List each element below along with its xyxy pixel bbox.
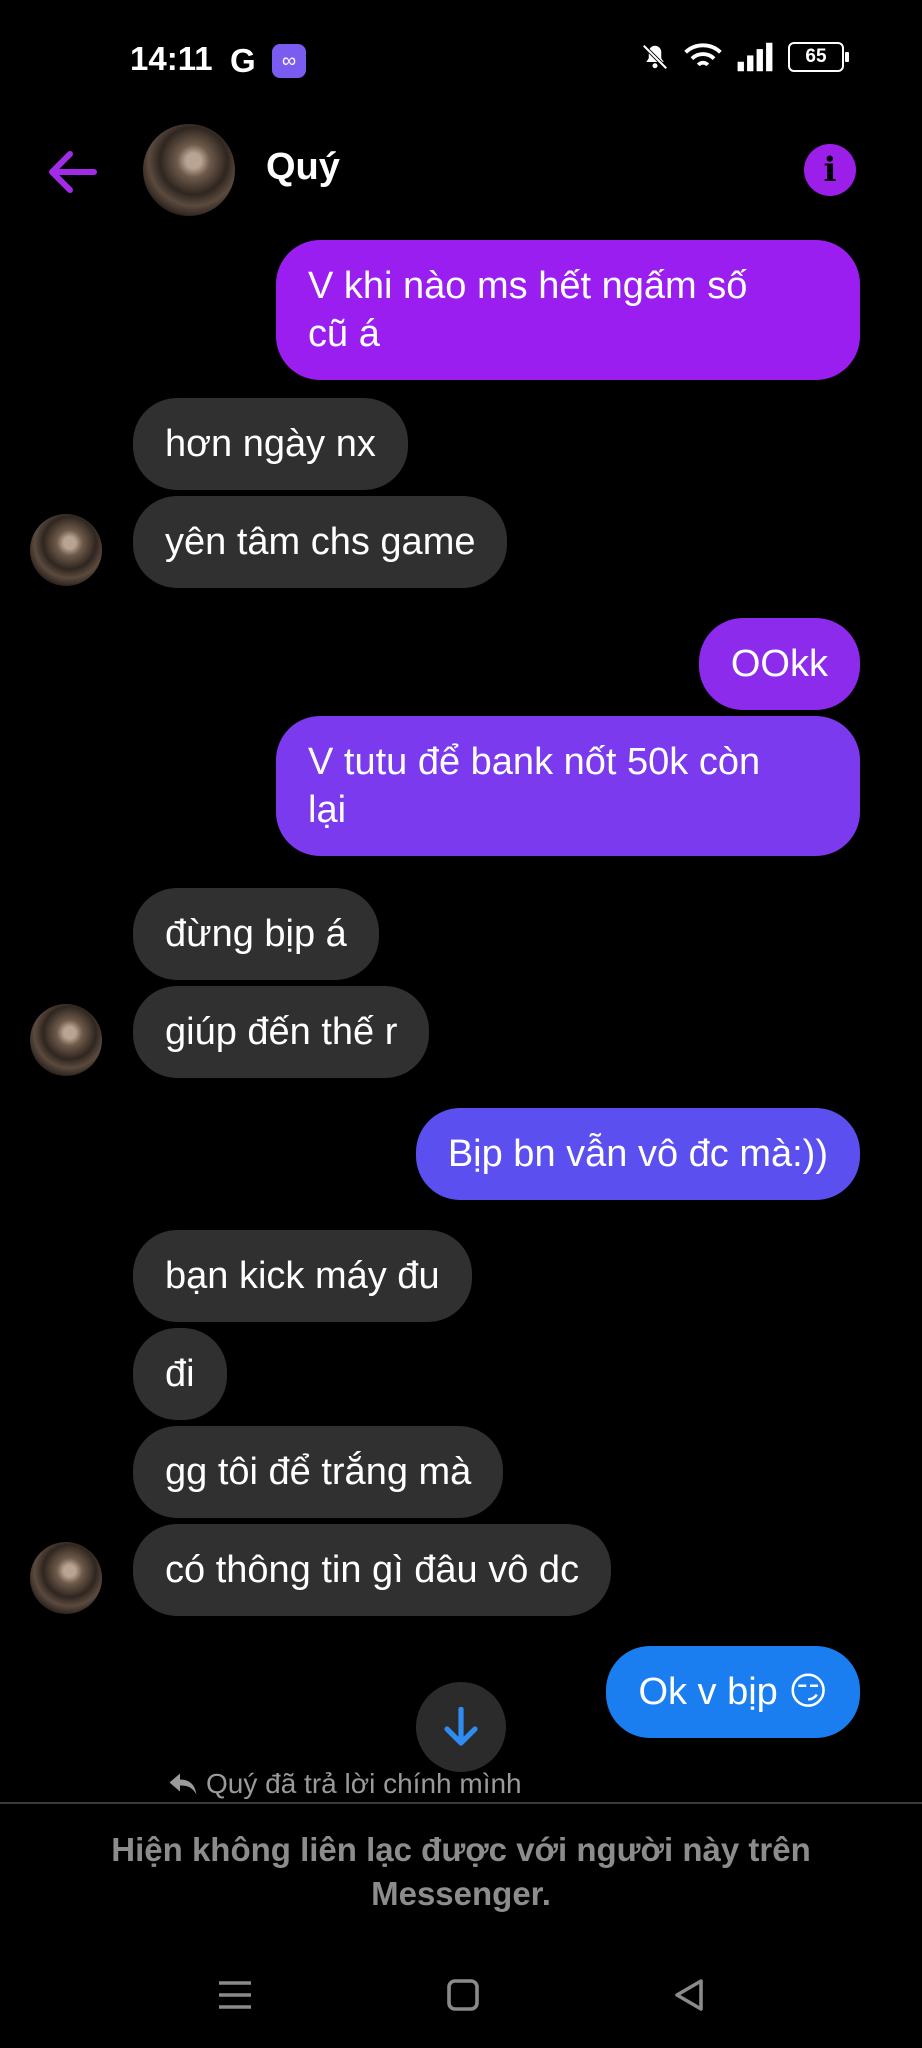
message-text: Ok v bịp 😏 (638, 1671, 828, 1713)
contact-avatar[interactable] (143, 124, 235, 216)
message-bubble[interactable]: hơn ngày nx (133, 398, 408, 490)
status-time: 14:11 (130, 40, 213, 77)
signal-icon (737, 42, 773, 72)
message-text: Bịp bn vẫn vô đc mà:)) (447, 1133, 828, 1175)
menu-icon[interactable] (217, 1979, 253, 2011)
message-text: hơn ngày nx (165, 423, 376, 465)
scroll-down-button[interactable] (416, 1682, 506, 1772)
contact-avatar-small (30, 1542, 102, 1614)
message-text: lại (308, 789, 347, 831)
notice-line: Messenger. (371, 1875, 551, 1912)
message-text: gg tôi để trắng mà (165, 1451, 472, 1493)
home-icon[interactable] (446, 1978, 480, 2012)
message-bubble[interactable]: Ok v bịp 😏 (606, 1646, 860, 1738)
unavailable-notice: Hiện không liên lạc được với người này t… (0, 1828, 922, 1916)
message-bubble[interactable]: OOkk (698, 618, 860, 710)
message-bubble[interactable]: V tutu để bank nốt 50k còn lại (276, 716, 860, 856)
message-bubble[interactable]: bạn kick máy đu (133, 1230, 472, 1322)
battery-icon: 65 (788, 42, 849, 72)
system-nav-bar (0, 1960, 922, 2030)
message-bubble[interactable]: giúp đến thế r (133, 986, 430, 1078)
message-bubble[interactable]: đi (133, 1328, 227, 1420)
info-icon: i (823, 150, 837, 190)
wifi-icon (684, 43, 722, 67)
message-bubble[interactable]: yên tâm chs game (133, 496, 508, 588)
mute-icon (642, 44, 668, 70)
message-text: OOkk (730, 643, 828, 685)
reply-note: Quý đã trả lời chính mình (168, 1768, 522, 1800)
contact-name[interactable]: Quý (266, 146, 340, 189)
back-arrow-icon (49, 151, 97, 193)
status-icons: 65 (640, 42, 849, 72)
message-bubble[interactable]: V khi nào ms hết ngấm số cũ á (276, 240, 860, 380)
google-icon: G (230, 42, 256, 79)
message-text: V khi nào ms hết ngấm số (308, 265, 748, 307)
back-nav-icon[interactable] (673, 1978, 705, 2012)
divider (0, 1802, 922, 1804)
message-text: bạn kick máy đu (165, 1255, 440, 1297)
link-app-icon: ∞ (272, 44, 306, 78)
arrow-down-icon (444, 1707, 478, 1746)
message-text: yên tâm chs game (165, 521, 476, 563)
message-text: cũ á (308, 313, 380, 355)
message-bubble[interactable]: Bịp bn vẫn vô đc mà:)) (415, 1108, 860, 1200)
contact-avatar-small (30, 1004, 102, 1076)
message-text: đừng bịp á (165, 913, 347, 955)
notice-line: Hiện không liên lạc được với người này t… (111, 1831, 811, 1868)
back-button[interactable] (40, 140, 104, 204)
info-button[interactable]: i (804, 144, 856, 196)
message-bubble[interactable]: gg tôi để trắng mà (133, 1426, 504, 1518)
message-text: V tutu để bank nốt 50k còn (308, 741, 761, 783)
contact-avatar-small (30, 514, 102, 586)
message-text: có thông tin gì đâu vô dc (165, 1549, 580, 1591)
message-bubble[interactable]: đừng bịp á (133, 888, 379, 980)
message-text: giúp đến thế r (165, 1011, 398, 1053)
message-text: đi (165, 1353, 195, 1395)
reply-note-text: Quý đã trả lời chính mình (206, 1768, 522, 1799)
reply-icon (169, 1773, 197, 1795)
message-bubble[interactable]: có thông tin gì đâu vô dc (133, 1524, 612, 1616)
